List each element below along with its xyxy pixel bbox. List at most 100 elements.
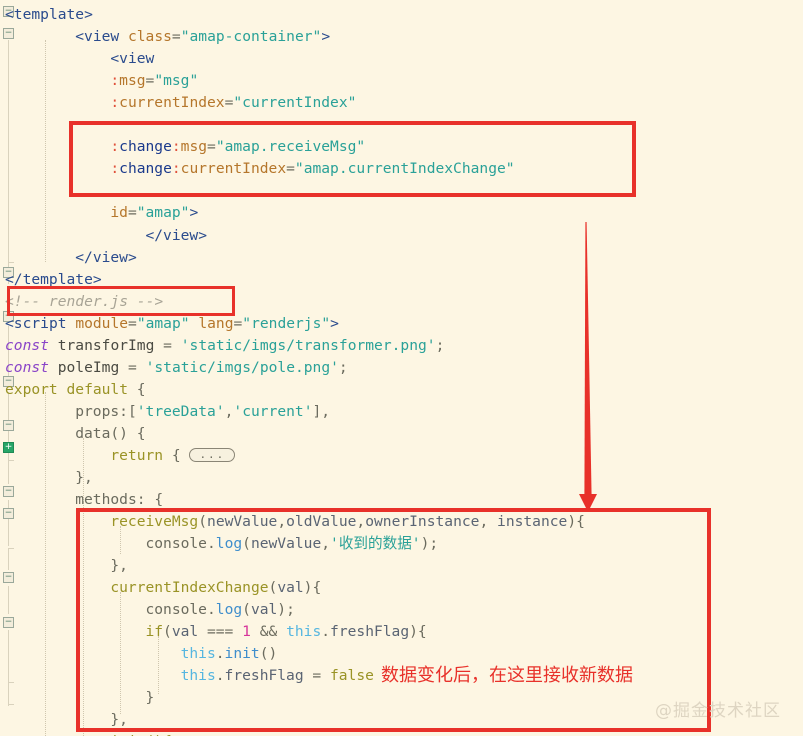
code-line[interactable]: }, xyxy=(110,709,128,731)
code-token: </ xyxy=(5,271,23,288)
code-line[interactable]: id="amap"> xyxy=(110,202,198,224)
code-token: freshFlag xyxy=(330,623,410,640)
code-editor-screenshot: − − − − − − + − − − − <template> <view class="amap-… xyxy=(0,0,803,736)
code-token: script xyxy=(13,315,67,332)
code-token: : xyxy=(110,94,120,111)
code-token: "amap.currentIndexChange" xyxy=(294,160,515,177)
code-token: const xyxy=(5,337,49,354)
code-token: ( xyxy=(163,623,172,640)
code-token: ( xyxy=(242,535,251,552)
code-token: change xyxy=(119,160,172,177)
code-token: < xyxy=(110,50,120,67)
code-line[interactable]: const transforImg = 'static/imgs/transfo… xyxy=(5,335,444,357)
code-token: msg xyxy=(180,138,208,155)
code-token: === xyxy=(198,623,243,640)
code-line[interactable]: </template> xyxy=(5,269,102,291)
collapsed-code-chip[interactable]: ... xyxy=(189,448,236,462)
code-line[interactable]: if(val === 1 && this.freshFlag){ xyxy=(145,621,426,643)
code-token: newValue xyxy=(250,535,322,552)
code-line[interactable]: <script module="amap" lang="renderjs"> xyxy=(5,313,339,335)
code-token: = xyxy=(128,359,137,376)
code-token: : xyxy=(110,138,120,155)
code-token: }, xyxy=(110,711,128,728)
code-line[interactable]: methods: { xyxy=(75,489,163,511)
code-token: . xyxy=(321,623,331,640)
code-token: '收到的数据' xyxy=(330,535,421,552)
code-token: ; xyxy=(435,337,445,354)
code-token: = xyxy=(303,667,330,684)
code-line[interactable]: data() { xyxy=(75,423,145,445)
code-token: val xyxy=(171,623,199,640)
code-line[interactable]: currentIndexChange(val){ xyxy=(110,577,321,599)
code-line[interactable]: init(){ xyxy=(110,731,172,736)
code-line[interactable]: <view xyxy=(110,48,154,70)
code-line[interactable]: const poleImg = 'static/imgs/pole.png'; xyxy=(5,357,348,379)
code-token: this xyxy=(180,645,216,662)
code-line[interactable]: export default { xyxy=(5,379,146,401)
code-token: "amap-container" xyxy=(180,28,322,45)
code-token: <!-- render.js --> xyxy=(5,293,164,310)
code-token: ){ xyxy=(409,623,427,640)
code-token: receiveMsg xyxy=(110,513,199,530)
code-area[interactable]: <template> <view class="amap-container"> <… xyxy=(0,0,803,736)
code-token: console xyxy=(145,535,207,552)
code-token: change xyxy=(119,138,172,155)
code-line[interactable]: :change:msg="amap.receiveMsg" xyxy=(110,136,365,158)
code-token: : { xyxy=(136,491,164,508)
code-line[interactable]: </view> xyxy=(145,225,207,247)
code-line[interactable]: this.freshFlag = false xyxy=(181,665,374,687)
code-line[interactable]: <view class="amap-container"> xyxy=(75,26,330,48)
code-token: = xyxy=(286,160,295,177)
code-token: oldValue xyxy=(286,513,357,530)
code-token: 1 xyxy=(242,623,251,640)
code-token: false xyxy=(329,667,374,684)
code-token: instance xyxy=(497,513,568,530)
code-token: "amap" xyxy=(136,204,190,221)
code-line[interactable]: }, xyxy=(110,555,128,577)
code-token: module xyxy=(75,315,129,332)
code-token: val xyxy=(250,601,278,618)
code-line[interactable]: console.log(newValue,'收到的数据'); xyxy=(145,533,438,555)
code-token: currentIndexChange xyxy=(110,579,269,596)
code-line[interactable]: :msg="msg" xyxy=(110,70,198,92)
code-token: = xyxy=(127,204,137,221)
code-line[interactable]: console.log(val); xyxy=(145,599,294,621)
code-token: view xyxy=(92,249,128,266)
code-token: </ xyxy=(75,249,93,266)
code-line[interactable]: :currentIndex="currentIndex" xyxy=(110,92,356,114)
code-token: currentIndex xyxy=(180,160,287,177)
code-line[interactable]: <!-- render.js --> xyxy=(5,291,163,313)
code-line[interactable]: props:['treeData','current'], xyxy=(75,401,330,423)
code-line[interactable]: return { ... xyxy=(110,445,236,467)
code-token: newValue xyxy=(207,513,278,530)
code-line[interactable]: this.init() xyxy=(181,643,278,665)
code-token: > xyxy=(189,204,199,221)
code-token: view xyxy=(84,28,120,45)
code-token: lang xyxy=(198,315,234,332)
code-line[interactable]: receiveMsg(newValue,oldValue,ownerInstan… xyxy=(110,511,585,533)
code-token: = xyxy=(233,315,243,332)
code-token: view xyxy=(119,50,155,67)
code-token: if xyxy=(145,623,164,640)
code-token: ); xyxy=(277,601,295,618)
code-token: console xyxy=(145,601,207,618)
code-line[interactable]: :change:currentIndex="amap.currentIndexC… xyxy=(110,158,514,180)
code-token: : xyxy=(110,160,120,177)
code-token: 'current' xyxy=(233,403,313,420)
code-token: "msg" xyxy=(154,72,199,89)
code-token: > xyxy=(84,6,93,23)
code-token: ], xyxy=(312,403,331,420)
code-line[interactable]: </view> xyxy=(75,247,137,269)
code-token: () xyxy=(259,645,278,662)
code-line[interactable]: }, xyxy=(75,467,93,489)
code-token: val xyxy=(277,579,304,596)
code-token: </ xyxy=(145,227,164,244)
code-token: , xyxy=(321,535,331,552)
code-token: transforImg xyxy=(48,337,164,354)
code-line[interactable]: } xyxy=(145,687,154,709)
code-line[interactable]: <template> xyxy=(5,4,93,26)
code-token: = xyxy=(128,315,137,332)
code-token: this xyxy=(286,623,322,640)
code-token: template xyxy=(22,271,93,288)
